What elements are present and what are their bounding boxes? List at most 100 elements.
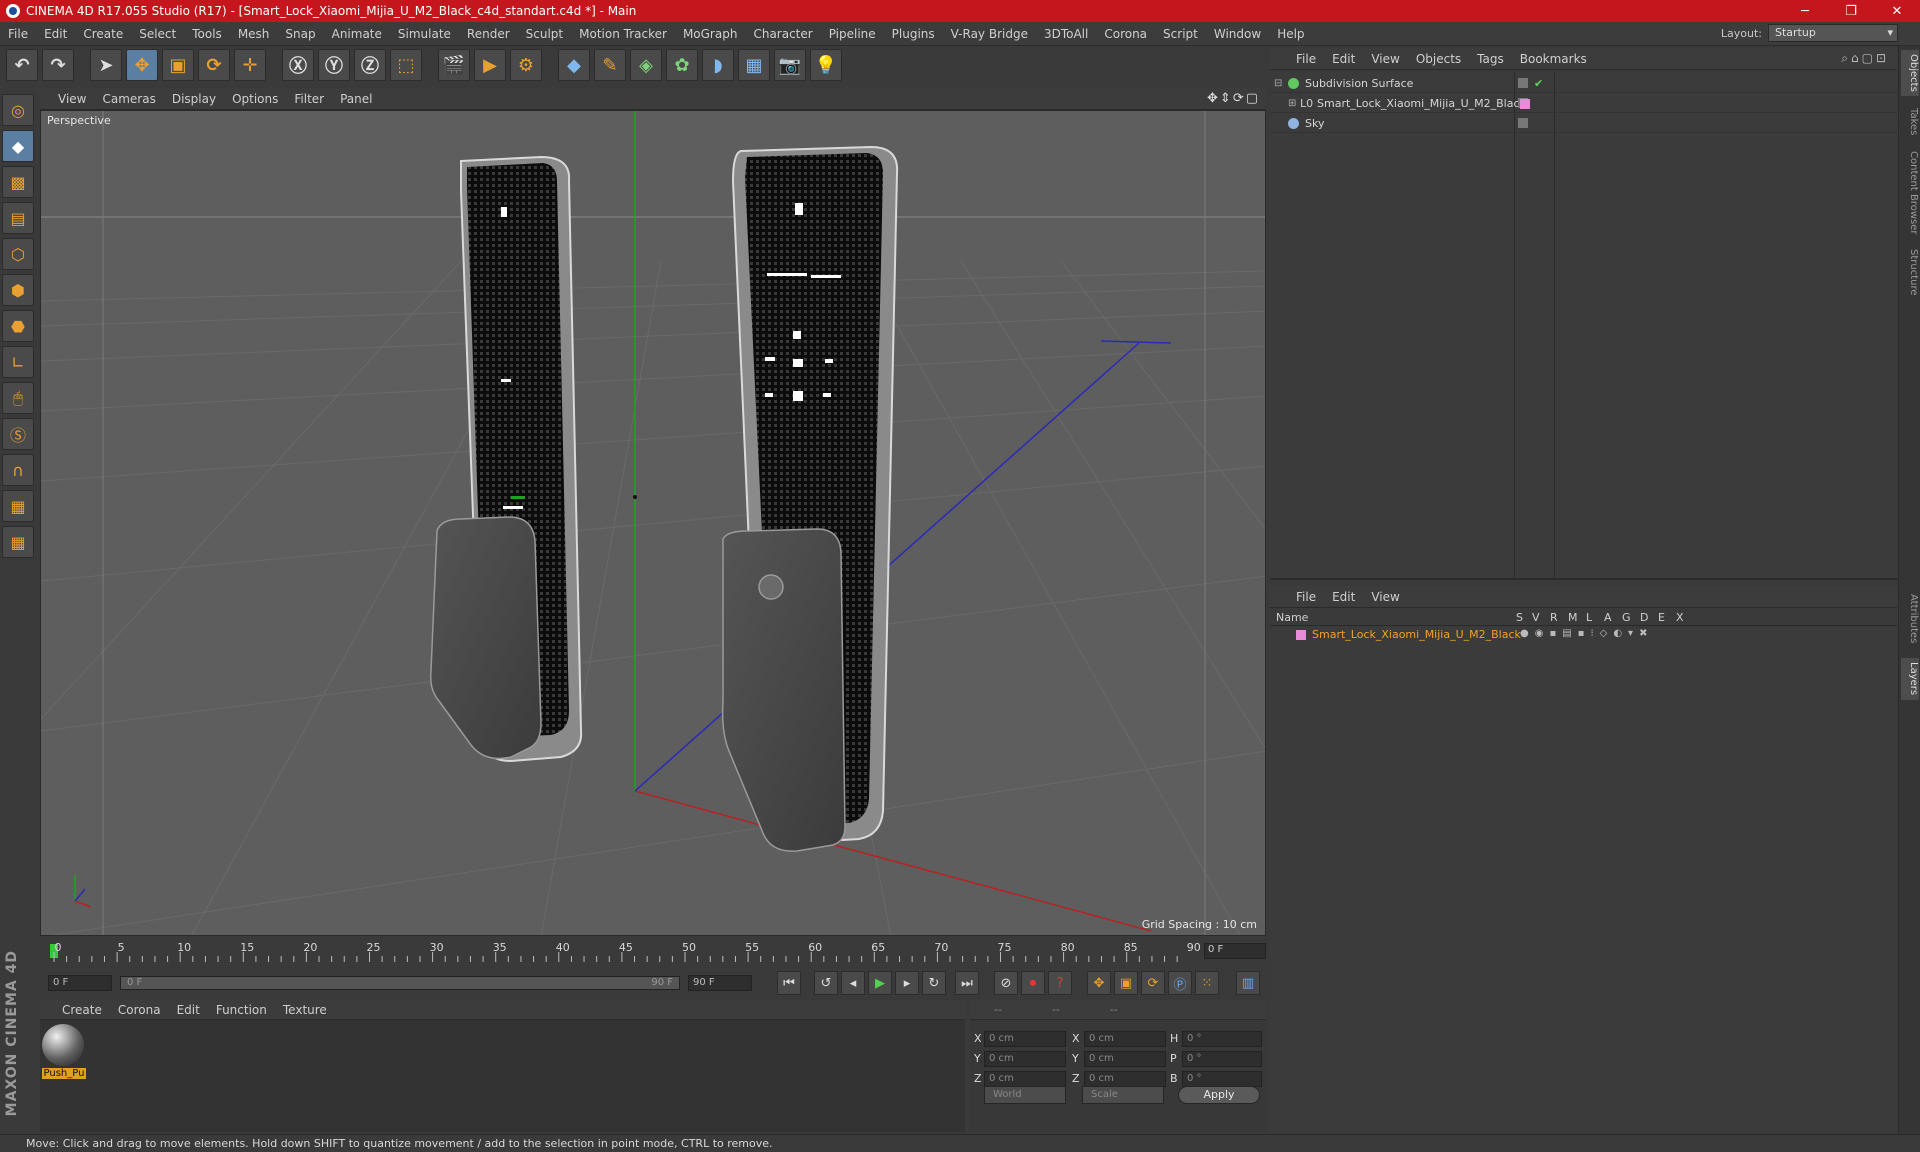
visibility-toggle-icon[interactable] xyxy=(1518,78,1528,88)
menu-character[interactable]: Character xyxy=(745,27,820,41)
object-menu-tags[interactable]: Tags xyxy=(1469,52,1512,66)
coord-rot-b-field[interactable]: 0 ° xyxy=(1182,1071,1262,1087)
menu-mesh[interactable]: Mesh xyxy=(230,27,278,41)
menu-edit[interactable]: Edit xyxy=(36,27,75,41)
object-menu-bookmarks[interactable]: Bookmarks xyxy=(1512,52,1595,66)
material-menu-corona[interactable]: Corona xyxy=(110,1003,169,1017)
menu-window[interactable]: Window xyxy=(1206,27,1269,41)
key-pla-icon[interactable]: ⁙ xyxy=(1195,971,1219,995)
tweak-mode-icon[interactable]: 🖱 xyxy=(2,382,34,414)
tab-layers[interactable]: Layers xyxy=(1901,658,1919,700)
key-rotation-icon[interactable]: ⟳ xyxy=(1141,971,1165,995)
polygons-mode-icon[interactable]: ⬣ xyxy=(2,310,34,342)
coord-rot-p-field[interactable]: 0 ° xyxy=(1182,1051,1262,1067)
render-settings-icon[interactable]: ⚙ xyxy=(510,49,542,81)
menu-mograph[interactable]: MoGraph xyxy=(675,27,746,41)
coord-pos-x-field[interactable]: 0 cm xyxy=(984,1031,1066,1047)
menu-file[interactable]: File xyxy=(0,27,36,41)
object-menu-view[interactable]: View xyxy=(1363,52,1407,66)
start-frame-field[interactable]: 0 F xyxy=(48,975,112,991)
viewport-menu-cameras[interactable]: Cameras xyxy=(94,92,163,106)
points-mode-icon[interactable]: ⬡ xyxy=(2,238,34,270)
autokey-icon[interactable]: ⏺ xyxy=(1021,971,1045,995)
menu-script[interactable]: Script xyxy=(1155,27,1206,41)
render-picture-viewer-icon[interactable]: ▶ xyxy=(474,49,506,81)
tab-takes[interactable]: Takes xyxy=(1901,102,1919,142)
coord-size-x-field[interactable]: 0 cm xyxy=(1084,1031,1166,1047)
move-tool-icon[interactable]: ✥ xyxy=(126,49,158,81)
menu-sculpt[interactable]: Sculpt xyxy=(518,27,571,41)
viewport-navigation-icons[interactable]: ✥⇕⟳▢ xyxy=(1207,91,1260,106)
key-scale-icon[interactable]: ▣ xyxy=(1114,971,1138,995)
expand-icon[interactable]: ⊞ xyxy=(1288,98,1296,109)
object-menu-edit[interactable]: Edit xyxy=(1324,52,1363,66)
snap-magnet-icon[interactable]: ∩ xyxy=(2,454,34,486)
tab-structure[interactable]: Structure xyxy=(1901,244,1919,300)
menu-motion-tracker[interactable]: Motion Tracker xyxy=(571,27,675,41)
menu-corona[interactable]: Corona xyxy=(1096,27,1155,41)
menu-animate[interactable]: Animate xyxy=(324,27,390,41)
previous-keyframe-icon[interactable]: ↺ xyxy=(814,971,838,995)
mograph-cloner-icon[interactable]: ✿ xyxy=(666,49,698,81)
material-menu-edit[interactable]: Edit xyxy=(169,1003,208,1017)
menu-plugins[interactable]: Plugins xyxy=(884,27,943,41)
coord-size-y-field[interactable]: 0 cm xyxy=(1084,1051,1166,1067)
scale-tool-icon[interactable]: ▣ xyxy=(162,49,194,81)
axis-mode-icon[interactable]: ∟ xyxy=(2,346,34,378)
viewport-menu-display[interactable]: Display xyxy=(164,92,224,106)
object-manager-nav-icons[interactable]: ⌕⌂▢⊡ xyxy=(1841,51,1889,66)
go-to-start-icon[interactable]: ⏮ xyxy=(777,971,801,995)
pen-spline-icon[interactable]: ✎ xyxy=(594,49,626,81)
rotate-tool-icon[interactable]: ⟳ xyxy=(198,49,230,81)
camera-icon[interactable]: 📷 xyxy=(774,49,806,81)
material-menu-create[interactable]: Create xyxy=(54,1003,110,1017)
next-frame-icon[interactable]: ▸ xyxy=(895,971,919,995)
viewport-menu-view[interactable]: View xyxy=(50,92,94,106)
y-axis-lock-icon[interactable]: Ⓨ xyxy=(318,49,350,81)
object-row-smart-lock[interactable]: ⊞ L0 Smart_Lock_Xiaomi_Mijia_U_M2_Black xyxy=(1270,94,1897,113)
render-view-icon[interactable]: 🎬 xyxy=(438,49,470,81)
undo-icon[interactable]: ↶ xyxy=(6,49,38,81)
size-mode-dropdown[interactable]: Scale xyxy=(1082,1086,1164,1104)
subdivision-surface-icon[interactable]: ◈ xyxy=(630,49,662,81)
layer-color-swatch[interactable] xyxy=(1296,630,1306,640)
workplane-lock-icon[interactable]: ▦ xyxy=(2,490,34,522)
menu-tools[interactable]: Tools xyxy=(184,27,230,41)
key-position-icon[interactable]: ✥ xyxy=(1087,971,1111,995)
object-menu-file[interactable]: File xyxy=(1288,52,1324,66)
grid-snap-icon[interactable]: ▦ xyxy=(2,526,34,558)
apply-button[interactable]: Apply xyxy=(1178,1086,1260,1104)
layout-dropdown[interactable]: Startup xyxy=(1768,24,1898,42)
live-selection-icon[interactable]: ✛ xyxy=(234,49,266,81)
menu-simulate[interactable]: Simulate xyxy=(390,27,459,41)
close-button[interactable]: ✕ xyxy=(1874,0,1920,22)
coord-rot-h-field[interactable]: 0 ° xyxy=(1182,1031,1262,1047)
previous-frame-icon[interactable]: ◂ xyxy=(841,971,865,995)
layer-menu-edit[interactable]: Edit xyxy=(1324,590,1363,604)
layer-menu-view[interactable]: View xyxy=(1363,590,1407,604)
play-icon[interactable]: ▶ xyxy=(868,971,892,995)
tab-objects[interactable]: Objects xyxy=(1901,50,1919,96)
enabled-check-icon[interactable]: ✔ xyxy=(1534,77,1543,90)
viewport-menu-filter[interactable]: Filter xyxy=(286,92,332,106)
material-swatch[interactable]: Push_Pu xyxy=(42,1024,86,1080)
current-frame-field[interactable]: 0 F xyxy=(1204,943,1266,959)
layer-color-icon[interactable] xyxy=(1520,99,1530,109)
menu-snap[interactable]: Snap xyxy=(277,27,323,41)
floor-scene-icon[interactable]: ▦ xyxy=(738,49,770,81)
cube-primitive-icon[interactable]: ◆ xyxy=(558,49,590,81)
edges-mode-icon[interactable]: ⬢ xyxy=(2,274,34,306)
3d-viewport[interactable]: Perspective Grid Spacing : 10 cm xyxy=(40,110,1266,936)
layer-row[interactable]: Smart_Lock_Xiaomi_Mijia_U_M2_Black ●◉▪▤▪… xyxy=(1270,626,1897,643)
deformer-icon[interactable]: ◗ xyxy=(702,49,734,81)
timeline-window-icon[interactable]: ▥ xyxy=(1236,971,1260,995)
layer-menu-file[interactable]: File xyxy=(1288,590,1324,604)
viewport-menu-panel[interactable]: Panel xyxy=(332,92,380,106)
coordinate-system-icon[interactable]: ⬚ xyxy=(390,49,422,81)
material-menu-function[interactable]: Function xyxy=(208,1003,275,1017)
coord-pos-y-field[interactable]: 0 cm xyxy=(984,1051,1066,1067)
workplane-mode-icon[interactable]: ▤ xyxy=(2,202,34,234)
z-axis-lock-icon[interactable]: Ⓩ xyxy=(354,49,386,81)
redo-icon[interactable]: ↷ xyxy=(42,49,74,81)
key-parameter-icon[interactable]: Ⓟ xyxy=(1168,971,1192,995)
